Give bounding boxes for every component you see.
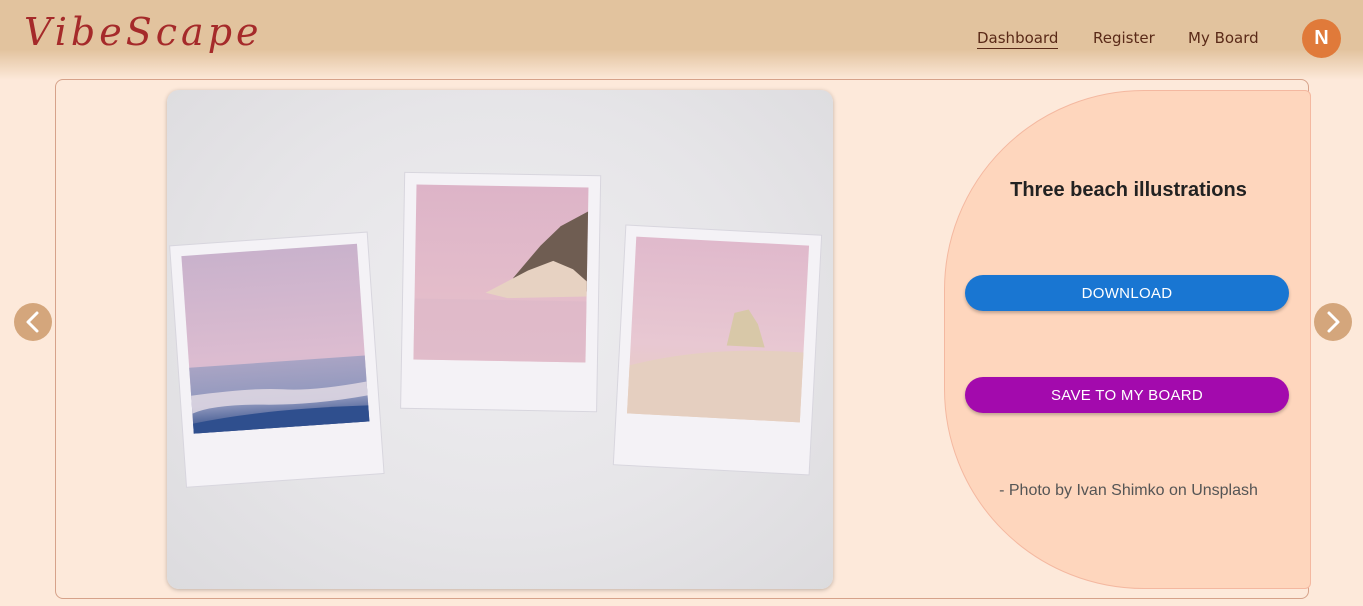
image-info-panel: Three beach illustrations DOWNLOAD SAVE … — [944, 90, 1311, 589]
avatar[interactable]: N — [1302, 19, 1341, 58]
beach-photo — [167, 90, 833, 589]
polaroid-photos-illustration — [169, 171, 823, 488]
save-to-board-button[interactable]: SAVE TO MY BOARD — [965, 377, 1289, 413]
next-image-button[interactable] — [1314, 303, 1352, 341]
chevron-right-icon — [1327, 311, 1340, 333]
nav-register[interactable]: Register — [1093, 29, 1155, 47]
chevron-left-icon — [26, 311, 39, 333]
download-button[interactable]: DOWNLOAD — [965, 275, 1289, 311]
prev-image-button[interactable] — [14, 303, 52, 341]
app-logo[interactable]: VibeScape — [24, 10, 263, 54]
nav-my-board[interactable]: My Board — [1188, 29, 1259, 47]
nav-dashboard[interactable]: Dashboard — [977, 29, 1059, 49]
photo-credit: - Photo by Ivan Shimko on Unsplash — [999, 482, 1258, 499]
app-header: VibeScape Dashboard Register My Board N — [0, 0, 1363, 80]
image-title: Three beach illustrations — [1010, 179, 1247, 201]
